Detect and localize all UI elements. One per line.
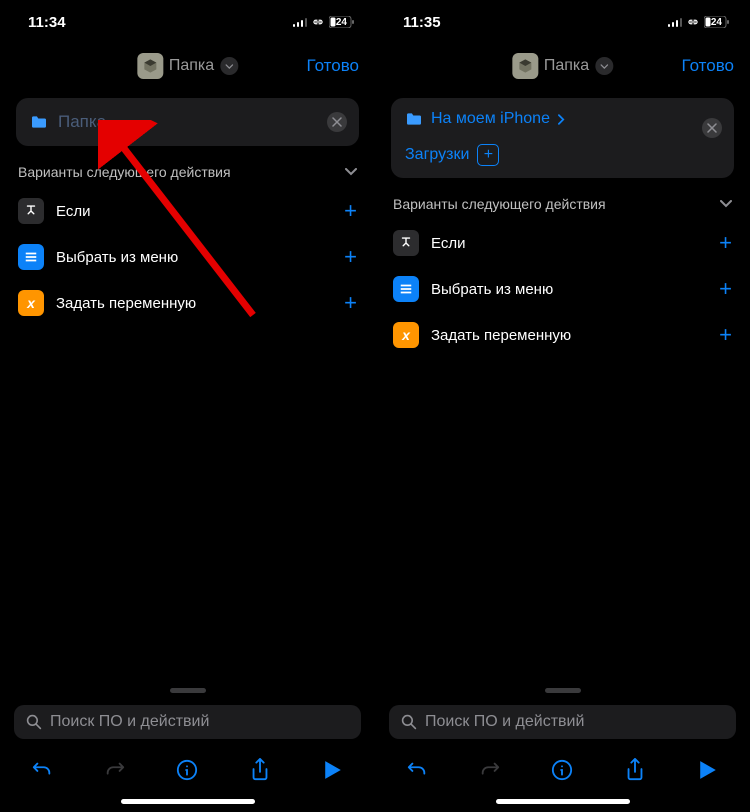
clear-button[interactable] bbox=[702, 118, 722, 138]
suggestion-choose[interactable]: Выбрать из меню + bbox=[0, 234, 375, 280]
sheet-grabber[interactable] bbox=[170, 688, 206, 693]
suggestions-header[interactable]: Варианты следующего действия bbox=[375, 188, 750, 220]
variable-icon: x bbox=[393, 322, 419, 348]
battery-percent: 24 bbox=[711, 17, 722, 28]
add-icon[interactable]: + bbox=[344, 290, 357, 316]
suggestion-label: Если bbox=[431, 235, 465, 252]
add-icon[interactable]: + bbox=[719, 322, 732, 348]
redo-button bbox=[468, 748, 512, 792]
add-icon[interactable]: + bbox=[344, 198, 357, 224]
screen-right: 11:35 24 Папка Готово На моем iPhone Заг… bbox=[375, 0, 750, 812]
status-bar: 11:34 24 bbox=[0, 0, 375, 44]
status-right: 24 bbox=[293, 16, 355, 28]
search-placeholder: Поиск ПО и действий bbox=[425, 713, 584, 731]
battery-percent: 24 bbox=[336, 17, 347, 28]
suggestion-if[interactable]: Если + bbox=[0, 188, 375, 234]
chevron-down-icon[interactable] bbox=[595, 57, 613, 75]
suggestions-title: Варианты следующего действия bbox=[393, 196, 606, 212]
redo-button bbox=[93, 748, 137, 792]
page-title: Папка bbox=[169, 57, 214, 75]
path-segment[interactable]: На моем iPhone bbox=[431, 110, 550, 128]
status-time: 11:34 bbox=[28, 14, 66, 31]
folder-action-card[interactable]: На моем iPhone Загрузки + bbox=[391, 98, 734, 178]
share-button[interactable] bbox=[613, 748, 657, 792]
chevron-right-icon bbox=[558, 114, 565, 125]
bottom-toolbar bbox=[0, 745, 375, 795]
undo-button[interactable] bbox=[20, 748, 64, 792]
link-icon bbox=[311, 17, 325, 27]
sheet-grabber[interactable] bbox=[545, 688, 581, 693]
if-icon bbox=[18, 198, 44, 224]
shortcut-icon bbox=[137, 53, 163, 79]
play-button[interactable] bbox=[311, 748, 355, 792]
path-segment[interactable]: Загрузки bbox=[405, 146, 469, 164]
home-indicator[interactable] bbox=[121, 799, 255, 804]
menu-icon bbox=[393, 276, 419, 302]
header-title-group[interactable]: Папка bbox=[137, 53, 238, 79]
search-icon bbox=[26, 714, 42, 730]
info-button[interactable] bbox=[165, 748, 209, 792]
home-indicator[interactable] bbox=[496, 799, 630, 804]
add-path-button[interactable]: + bbox=[477, 144, 499, 166]
bottom-toolbar bbox=[375, 745, 750, 795]
clear-button[interactable] bbox=[327, 112, 347, 132]
suggestion-choose[interactable]: Выбрать из меню + bbox=[375, 266, 750, 312]
suggestion-label: Выбрать из меню bbox=[56, 249, 178, 266]
screen-left: 11:34 24 Папка Готово Папка Варианты сле… bbox=[0, 0, 375, 812]
header-title-group[interactable]: Папка bbox=[512, 53, 613, 79]
nav-header: Папка Готово bbox=[375, 44, 750, 88]
link-icon bbox=[686, 17, 700, 27]
folder-placeholder: Папка bbox=[58, 112, 106, 132]
folder-icon bbox=[30, 115, 48, 129]
menu-icon bbox=[18, 244, 44, 270]
search-placeholder: Поиск ПО и действий bbox=[50, 713, 209, 731]
signal-icon bbox=[293, 17, 307, 27]
add-icon[interactable]: + bbox=[719, 230, 732, 256]
signal-icon bbox=[668, 17, 682, 27]
suggestion-label: Задать переменную bbox=[431, 327, 571, 344]
suggestion-label: Если bbox=[56, 203, 90, 220]
if-icon bbox=[393, 230, 419, 256]
status-right: 24 bbox=[668, 16, 730, 28]
search-input[interactable]: Поиск ПО и действий bbox=[14, 705, 361, 739]
chevron-down-icon bbox=[345, 168, 357, 176]
chevron-down-icon bbox=[720, 200, 732, 208]
suggestion-setvar[interactable]: x Задать переменную + bbox=[375, 312, 750, 358]
search-input[interactable]: Поиск ПО и действий bbox=[389, 705, 736, 739]
done-button[interactable]: Готово bbox=[682, 56, 735, 76]
suggestions-title: Варианты следующего действия bbox=[18, 164, 231, 180]
suggestion-label: Задать переменную bbox=[56, 295, 196, 312]
add-icon[interactable]: + bbox=[719, 276, 732, 302]
search-icon bbox=[401, 714, 417, 730]
folder-action-card[interactable]: Папка bbox=[16, 98, 359, 146]
shortcut-icon bbox=[512, 53, 538, 79]
page-title: Папка bbox=[544, 57, 589, 75]
info-button[interactable] bbox=[540, 748, 584, 792]
suggestion-if[interactable]: Если + bbox=[375, 220, 750, 266]
folder-icon bbox=[405, 112, 423, 126]
status-bar: 11:35 24 bbox=[375, 0, 750, 44]
nav-header: Папка Готово bbox=[0, 44, 375, 88]
variable-icon: x bbox=[18, 290, 44, 316]
chevron-down-icon[interactable] bbox=[220, 57, 238, 75]
done-button[interactable]: Готово bbox=[307, 56, 360, 76]
status-time: 11:35 bbox=[403, 14, 441, 31]
suggestion-setvar[interactable]: x Задать переменную + bbox=[0, 280, 375, 326]
share-button[interactable] bbox=[238, 748, 282, 792]
add-icon[interactable]: + bbox=[344, 244, 357, 270]
undo-button[interactable] bbox=[395, 748, 439, 792]
suggestion-label: Выбрать из меню bbox=[431, 281, 553, 298]
play-button[interactable] bbox=[686, 748, 730, 792]
suggestions-header[interactable]: Варианты следующего действия bbox=[0, 156, 375, 188]
